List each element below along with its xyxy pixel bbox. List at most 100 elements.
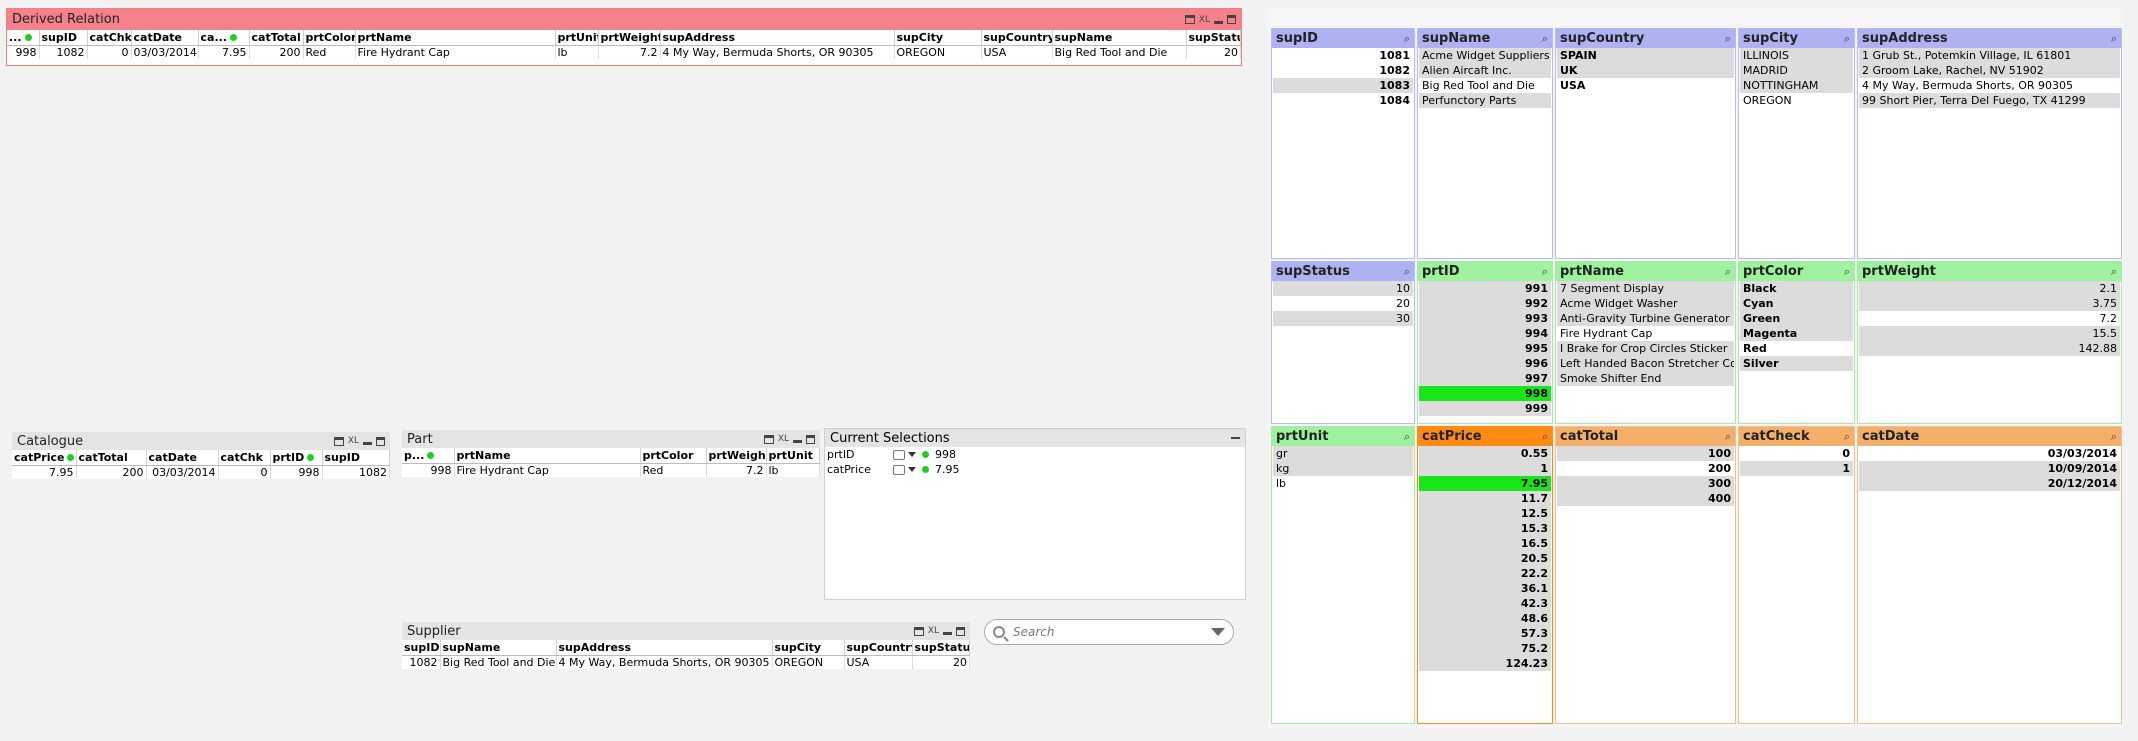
table-cell[interactable]: USA — [844, 655, 913, 669]
list-item[interactable]: 7 Segment Display — [1557, 281, 1734, 296]
listbox-caption[interactable]: prtColor ⌕ — [1739, 262, 1854, 281]
list-item[interactable]: 1 — [1419, 461, 1551, 476]
minimize-icon[interactable] — [793, 440, 802, 443]
search-icon[interactable]: ⌕ — [1542, 265, 1548, 279]
list-item[interactable]: 200 — [1557, 461, 1734, 476]
current-selections-caption[interactable]: Current Selections — [825, 429, 1245, 447]
list-item[interactable]: 993 — [1419, 311, 1551, 326]
column-header[interactable]: catPrice — [12, 450, 77, 466]
table-cell[interactable]: 1082 — [322, 465, 390, 479]
maximize-icon[interactable] — [956, 626, 965, 636]
table-row[interactable]: 998 1082 0 03/03/2014 7.95 200 Red Fire … — [7, 45, 1241, 59]
list-item[interactable]: Perfunctory Parts — [1419, 93, 1551, 108]
list-item[interactable]: Big Red Tool and Die — [1419, 78, 1551, 93]
search-icon[interactable]: ⌕ — [1725, 32, 1731, 46]
listbox-caption[interactable]: supAddress ⌕ — [1858, 29, 2121, 48]
table-cell[interactable]: 0 — [87, 45, 132, 59]
table-cell[interactable]: 7.2 — [706, 463, 767, 477]
list-item[interactable]: 400 — [1557, 491, 1734, 506]
column-header[interactable]: catDate — [146, 450, 219, 466]
column-header[interactable]: prtUnit — [555, 30, 599, 46]
table-cell[interactable]: 03/03/2014 — [131, 45, 199, 59]
list-item[interactable]: Green — [1740, 311, 1853, 326]
table-cell[interactable]: 200 — [249, 45, 304, 59]
table-row[interactable]: 1082 Big Red Tool and Die 4 My Way, Berm… — [402, 655, 970, 669]
listbox-catPrice[interactable]: catPrice ⌕ 0.55 1 7.95 11.7 12.5 15.3 16.… — [1417, 426, 1553, 724]
part-caption[interactable]: Part XL — [402, 430, 820, 448]
print-icon[interactable] — [763, 434, 774, 444]
column-header[interactable]: supAddress — [556, 640, 773, 656]
listbox-catTotal[interactable]: catTotal ⌕ 100 200 300 400 — [1555, 426, 1736, 724]
search-icon[interactable]: ⌕ — [1542, 430, 1548, 444]
list-item[interactable]: 1083 — [1273, 78, 1413, 93]
list-item[interactable]: Black — [1740, 281, 1853, 296]
list-item[interactable]: 994 — [1419, 326, 1551, 341]
list-item[interactable]: 2.1 — [1859, 281, 2120, 296]
table-cell[interactable]: 7.95 — [12, 465, 77, 479]
listbox-catCheck[interactable]: catCheck ⌕ 0 1 — [1738, 426, 1855, 724]
table-cell[interactable]: Red — [303, 45, 356, 59]
search-icon[interactable]: ⌕ — [1404, 32, 1410, 46]
column-header[interactable]: p... — [402, 448, 455, 464]
list-item[interactable]: 997 — [1419, 371, 1551, 386]
supplier-table[interactable]: Supplier XL supID supName supAddress sup… — [402, 622, 970, 672]
column-header[interactable]: catTotal — [249, 30, 304, 46]
listbox-supCity[interactable]: supCity ⌕ ILLINOIS MADRID NOTTINGHAM OREG… — [1738, 28, 1855, 259]
listbox-supAddress[interactable]: supAddress ⌕ 1 Grub St., Potemkin Village… — [1857, 28, 2122, 259]
list-item[interactable]: I Brake for Crop Circles Sticker — [1557, 341, 1734, 356]
listbox-catDate[interactable]: catDate ⌕ 03/03/2014 10/09/2014 20/12/201… — [1857, 426, 2122, 724]
list-item[interactable]: 124.23 — [1419, 656, 1551, 671]
list-item[interactable]: Cyan — [1740, 296, 1853, 311]
listbox-prtUnit[interactable]: prtUnit ⌕ gr kg lb — [1271, 426, 1415, 724]
list-item[interactable]: Fire Hydrant Cap — [1557, 326, 1734, 341]
listbox-caption[interactable]: supName ⌕ — [1418, 29, 1552, 48]
column-header[interactable]: supStatus — [1186, 30, 1241, 46]
table-cell[interactable]: Big Red Tool and Die — [440, 655, 557, 669]
search-icon[interactable]: ⌕ — [2111, 32, 2117, 46]
list-item[interactable]: Acme Widget Washer — [1557, 296, 1734, 311]
list-item[interactable]: 100 — [1557, 446, 1734, 461]
table-cell[interactable]: 4 My Way, Bermuda Shorts, OR 90305 — [660, 45, 895, 59]
search-icon[interactable]: ⌕ — [1404, 430, 1410, 444]
list-item[interactable]: 1082 — [1273, 63, 1413, 78]
column-header[interactable]: prtName — [454, 448, 641, 464]
list-item[interactable]: ILLINOIS — [1740, 48, 1853, 63]
list-item[interactable]: 16.5 — [1419, 536, 1551, 551]
column-header[interactable]: supCity — [894, 30, 982, 46]
list-item[interactable]: Red — [1740, 341, 1853, 356]
list-item[interactable]: 4 My Way, Bermuda Shorts, OR 90305 — [1859, 78, 2120, 93]
maximize-icon[interactable] — [806, 434, 815, 444]
list-item[interactable]: MADRID — [1740, 63, 1853, 78]
minimize-icon[interactable] — [1231, 437, 1240, 439]
column-header[interactable]: catTotal — [76, 450, 147, 466]
table-cell[interactable]: Fire Hydrant Cap — [355, 45, 556, 59]
table-row[interactable]: 7.95 200 03/03/2014 0 998 1082 — [12, 465, 390, 479]
listbox-supStatus[interactable]: supStatus ⌕ 10 20 30 — [1271, 261, 1415, 424]
list-item[interactable]: SPAIN — [1557, 48, 1734, 63]
list-item[interactable]: 300 — [1557, 476, 1734, 491]
table-cell[interactable]: 998 — [270, 465, 323, 479]
print-icon[interactable] — [333, 436, 344, 446]
column-header[interactable]: ... — [7, 30, 40, 46]
list-item[interactable]: 75.2 — [1419, 641, 1551, 656]
search-icon[interactable]: ⌕ — [2111, 265, 2117, 279]
table-cell[interactable]: Fire Hydrant Cap — [454, 463, 641, 477]
list-item[interactable]: 0.55 — [1419, 446, 1551, 461]
table-cell[interactable]: 200 — [76, 465, 147, 479]
listbox-caption[interactable]: prtWeight ⌕ — [1858, 262, 2121, 281]
table-cell[interactable]: Red — [640, 463, 707, 477]
column-header[interactable]: supID — [322, 450, 390, 466]
listbox-prtColor[interactable]: prtColor ⌕ Black Cyan Green Magenta Red S… — [1738, 261, 1855, 424]
list-item[interactable]: Left Handed Bacon Stretcher Cover — [1557, 356, 1734, 371]
list-item[interactable]: 03/03/2014 — [1859, 446, 2120, 461]
listbox-prtName[interactable]: prtName ⌕ 7 Segment Display Acme Widget W… — [1555, 261, 1736, 424]
listbox-caption[interactable]: supCity ⌕ — [1739, 29, 1854, 48]
column-header[interactable]: supAddress — [660, 30, 895, 46]
table-cell[interactable]: lb — [555, 45, 599, 59]
list-item[interactable]: 20/12/2014 — [1859, 476, 2120, 491]
listbox-caption[interactable]: supID ⌕ — [1272, 29, 1414, 48]
dropdown-arrow-icon[interactable] — [908, 467, 916, 472]
list-item[interactable]: 11.7 — [1419, 491, 1551, 506]
list-item[interactable]: 15.5 — [1859, 326, 2120, 341]
list-item[interactable]: 20 — [1273, 296, 1413, 311]
